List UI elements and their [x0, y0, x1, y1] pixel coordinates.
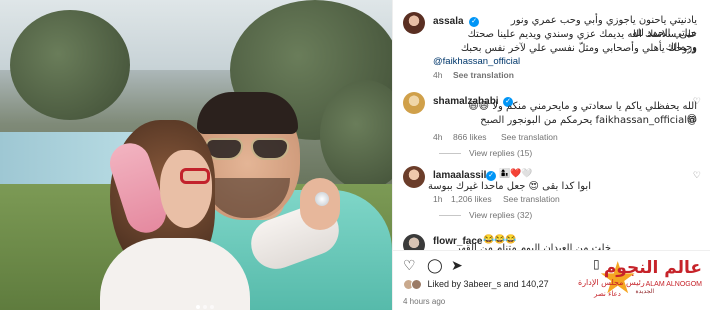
watermark-title: عالم النجوم [603, 258, 702, 278]
comment-time: 4h [433, 132, 443, 142]
comment-item: flowr_face 😂😂😂 خلت من العيدان اليوم متنا… [393, 232, 710, 250]
comment-likes[interactable]: 866 likes [453, 132, 487, 142]
watermark-subtitle: ALAM ALNOGOM [645, 281, 702, 288]
post-photo[interactable] [0, 0, 392, 310]
comment-text: خلت من العيدان اليوم متنام من القهر [455, 243, 611, 250]
watermark-sign: رئيس مجلس الإدارة [578, 278, 645, 287]
comment-item: shamalzahabi ✓ ♡ الله يحفظلي ياكم يا سعا… [393, 92, 710, 162]
see-translation-link[interactable]: See translation [501, 132, 558, 142]
avatar[interactable] [403, 12, 425, 34]
liker-avatar [411, 279, 422, 291]
comment-item: lamaalassil ✓ 👩‍👦❤️🤍 ♡ ابوا كدا بقى 😍 جع… [393, 166, 710, 226]
view-replies-label: View replies (32) [469, 210, 533, 220]
comment-likes[interactable]: 1,206 likes [451, 194, 492, 204]
photo-ring [315, 192, 329, 206]
post-author-username[interactable]: assala [433, 16, 464, 27]
watermark-logo: ★ عالم النجوم ALAM ALNOGOM الجديدة رئيس … [578, 254, 706, 308]
post-time-ago: 4 hours ago [403, 297, 446, 306]
photo-sunglasses [205, 138, 291, 162]
see-translation-link[interactable]: See translation [503, 194, 560, 204]
caption-time: 4h [433, 70, 443, 80]
comment-like-heart-icon[interactable]: ♡ [693, 170, 701, 181]
heart-icon[interactable]: ♡ [403, 257, 416, 274]
comment-text: @faikhassan_official يحرمكم من البونجور … [480, 115, 697, 126]
photo-tree [10, 10, 130, 120]
photo-man-hair [197, 92, 298, 134]
photo-red-glasses [180, 168, 210, 184]
post-caption: assala ✓ يادنيتي ياحنون ياجوزي وأبي وحب … [393, 12, 710, 92]
avatar[interactable] [403, 92, 425, 114]
caption-line: وروحك يأهلي وأصحابي ومثلّ نفسي علي لآخر … [460, 43, 697, 54]
reaction-emojis: 👩‍👦❤️🤍 [499, 168, 533, 178]
caption-mention-link[interactable]: @faikhassan_official [433, 56, 520, 67]
watermark-small: الجديدة [635, 289, 654, 295]
watermark-sign-name: دعاء نصر [594, 290, 621, 298]
likes-summary[interactable]: Liked by 3abeer_s and 140,27 [403, 279, 549, 291]
verified-badge-icon: ✓ [469, 17, 479, 27]
likes-summary-text: Liked by 3abeer_s and 140,27 [427, 279, 549, 289]
comment-text: ابوا كدا بقى 😍 جعل ماحدا غيرك ببوسة [427, 181, 591, 192]
carousel-dots [196, 296, 226, 309]
see-translation-link[interactable]: See translation [453, 70, 514, 80]
view-replies-label: View replies (15) [469, 148, 533, 158]
share-icon[interactable]: ➤ [451, 257, 463, 274]
view-replies-button[interactable]: View replies (32) [439, 210, 532, 220]
photo-woman-face [160, 150, 212, 228]
view-replies-button[interactable]: View replies (15) [439, 148, 532, 158]
comment-time: 1h [433, 194, 443, 204]
comment-icon[interactable]: ◯ [427, 257, 443, 274]
